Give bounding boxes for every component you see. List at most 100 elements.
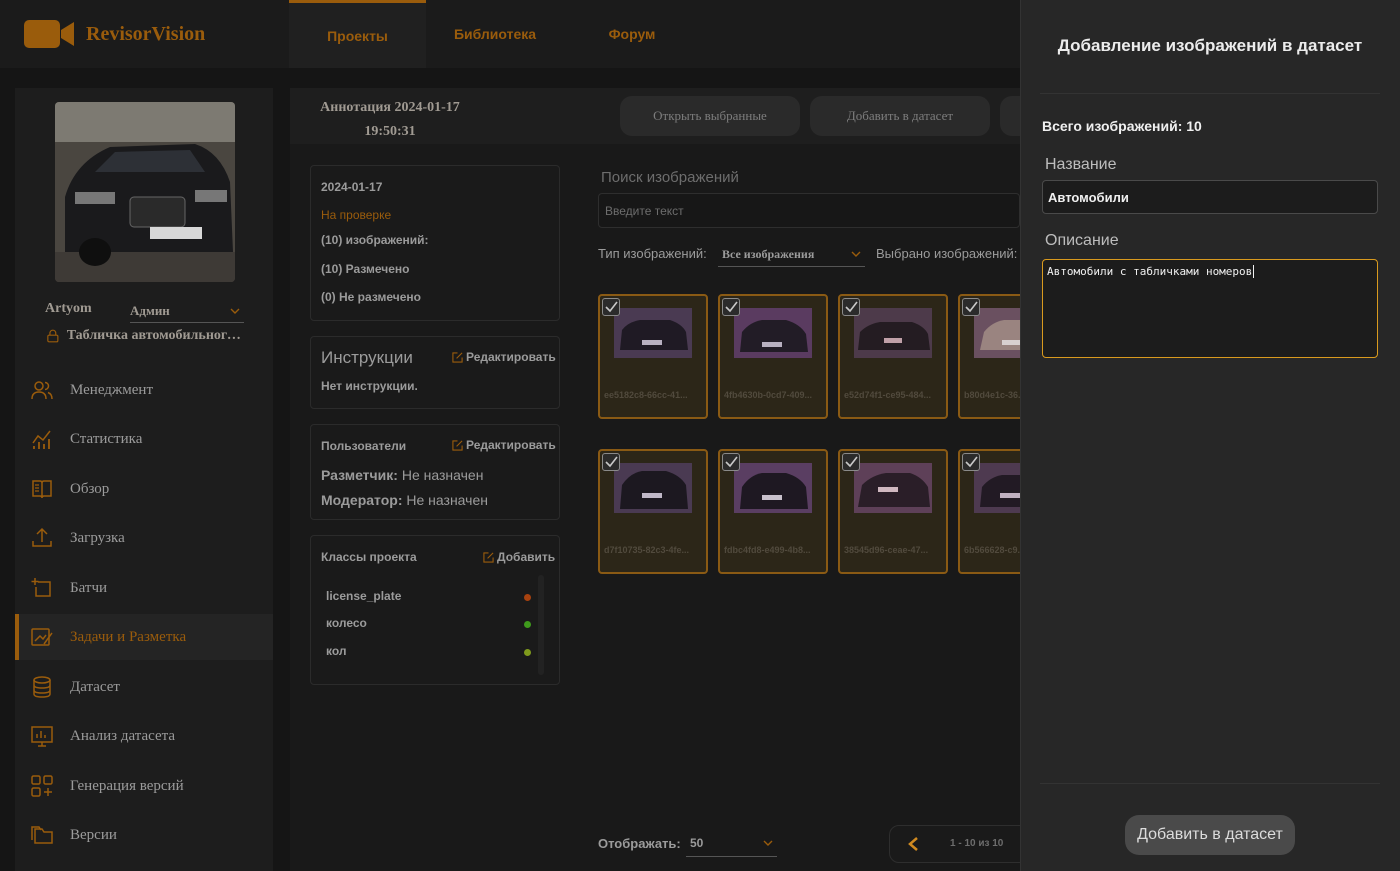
image-card[interactable]: ee5182c8-66cc-41... (598, 294, 708, 419)
select-checkbox[interactable] (602, 453, 620, 471)
car-thumbnail (734, 308, 812, 358)
classes-add-link[interactable]: Добавить (483, 550, 555, 564)
open-selected-button[interactable]: Открыть выбранные (620, 96, 800, 136)
class-color-dot (524, 621, 531, 628)
users-icon (31, 381, 53, 400)
select-checkbox[interactable] (962, 298, 980, 316)
check-icon (965, 456, 978, 468)
sidebar-item-batches[interactable]: Батчи (15, 565, 273, 611)
tab-forum[interactable]: Форум (570, 0, 694, 68)
panel-title: Добавление изображений в датасет (1057, 36, 1363, 55)
sidebar-item-dataset-analysis[interactable]: Анализ датасета (15, 713, 273, 759)
image-grid: ee5182c8-66cc-41... 4fb4630b-0cd7-409...… (598, 294, 1020, 576)
class-item-label[interactable]: колесо (326, 616, 367, 630)
search-input[interactable]: Введите текст (598, 193, 1020, 228)
users-edit-link[interactable]: Редактировать (452, 438, 556, 452)
annotator-row: Разметчик: Не назначен (321, 467, 484, 483)
prev-page-button[interactable] (905, 834, 925, 854)
app-name: RevisorVision (86, 22, 206, 45)
text-cursor: ​ (1253, 265, 1255, 278)
select-checkbox[interactable] (842, 453, 860, 471)
image-filename: b80d4e1c-36... (964, 390, 1020, 400)
check-icon (845, 301, 858, 313)
chevron-left-icon (908, 837, 918, 851)
user-name: Artyom (45, 301, 92, 316)
car-thumbnail (854, 308, 932, 358)
camera-logo-icon (24, 20, 74, 48)
add-to-dataset-header-button[interactable]: Добавить в датасет (810, 96, 990, 136)
image-type-label: Тип изображений: (598, 246, 707, 261)
select-checkbox[interactable] (722, 453, 740, 471)
image-card[interactable]: d7f10735-82c3-4fe... (598, 449, 708, 574)
class-color-dot (524, 649, 531, 656)
image-card[interactable]: 4fb4630b-0cd7-409... (718, 294, 828, 419)
image-card[interactable]: b80d4e1c-36... (958, 294, 1020, 419)
image-filename: d7f10735-82c3-4fe... (604, 545, 690, 555)
image-card[interactable]: e52d74f1-ce95-484... (838, 294, 948, 419)
image-type-select[interactable]: Все изображения (718, 242, 865, 267)
car-thumbnail (974, 308, 1020, 358)
tab-library[interactable]: Библиотека (430, 0, 560, 68)
instructions-edit-link[interactable]: Редактировать (452, 350, 556, 364)
name-label: Название (1045, 156, 1117, 173)
more-header-button[interactable] (1000, 96, 1020, 136)
image-filename: 4fb4630b-0cd7-409... (724, 390, 813, 400)
sidebar-item-versions[interactable]: Версии (15, 812, 273, 858)
grid-plus-icon (31, 775, 53, 797)
select-checkbox[interactable] (962, 453, 980, 471)
avatar[interactable] (55, 102, 235, 282)
class-item-label[interactable]: license_plate (326, 589, 401, 603)
folders-icon (31, 826, 53, 844)
sidebar-item-tasks[interactable]: Задачи и Разметка (15, 614, 273, 660)
sidebar-item-overview[interactable]: Обзор (15, 466, 273, 512)
instructions-text: Нет инструкции. (321, 379, 418, 393)
sidebar-item-management[interactable]: Менеджмент (15, 367, 273, 413)
batch-icon (31, 578, 51, 597)
info-date: 2024-01-17 (321, 180, 383, 194)
classes-scrollbar[interactable] (538, 575, 544, 675)
car-thumbnail (734, 463, 812, 513)
description-label: Описание (1045, 232, 1119, 249)
car-thumbnail (614, 463, 692, 513)
info-marked-count: (10) Размечено (321, 262, 410, 276)
select-checkbox[interactable] (842, 298, 860, 316)
moderator-row: Модератор: Не назначен (321, 492, 488, 508)
image-card[interactable]: 38545d96-ceae-47... (838, 449, 948, 574)
image-card[interactable]: 6b566628-c9... (958, 449, 1020, 574)
instructions-title: Инструкции (321, 348, 413, 367)
image-card[interactable]: fdbc4fd8-e499-4b8... (718, 449, 828, 574)
classes-title: Классы проекта (321, 550, 417, 564)
per-page-select[interactable]: 50 (686, 830, 777, 857)
image-filename: e52d74f1-ce95-484... (844, 390, 932, 400)
current-project[interactable]: Табличка автомобильного номера (47, 328, 247, 344)
name-field[interactable]: Автомобили (1042, 180, 1378, 214)
instructions-card (310, 336, 560, 409)
edit-icon (483, 551, 494, 563)
tab-projects[interactable]: Проекты (289, 0, 426, 68)
role-select[interactable]: Админ (130, 300, 244, 323)
total-images: Всего изображений: 10 (1042, 118, 1202, 134)
sidebar-item-version-generation[interactable]: Генерация версий (15, 763, 273, 809)
analysis-icon (31, 726, 53, 747)
chevron-down-icon (851, 251, 861, 257)
sidebar-item-upload[interactable]: Загрузка (15, 515, 273, 561)
car-thumbnail (974, 463, 1020, 513)
panel-footer-divider (1040, 783, 1380, 784)
select-checkbox[interactable] (722, 298, 740, 316)
sidebar-item-dataset[interactable]: Датасет (15, 664, 273, 710)
sidebar-item-statistics[interactable]: Статистика (15, 416, 273, 462)
class-item-label[interactable]: кол (326, 644, 347, 658)
car-photo (55, 102, 235, 282)
edit-icon (452, 439, 463, 451)
panel-divider (1040, 93, 1380, 94)
car-thumbnail (854, 463, 932, 513)
description-field[interactable]: Автомобили с табличками номеров​ (1042, 259, 1378, 358)
selected-count-label: Выбрано изображений: (876, 246, 1018, 261)
users-title: Пользователи (321, 439, 407, 453)
select-checkbox[interactable] (602, 298, 620, 316)
image-filename: 38545d96-ceae-47... (844, 545, 929, 555)
book-icon (32, 480, 52, 499)
logo[interactable]: RevisorVision (24, 18, 224, 50)
add-to-dataset-button[interactable]: Добавить в датасет (1125, 815, 1295, 855)
check-icon (845, 456, 858, 468)
